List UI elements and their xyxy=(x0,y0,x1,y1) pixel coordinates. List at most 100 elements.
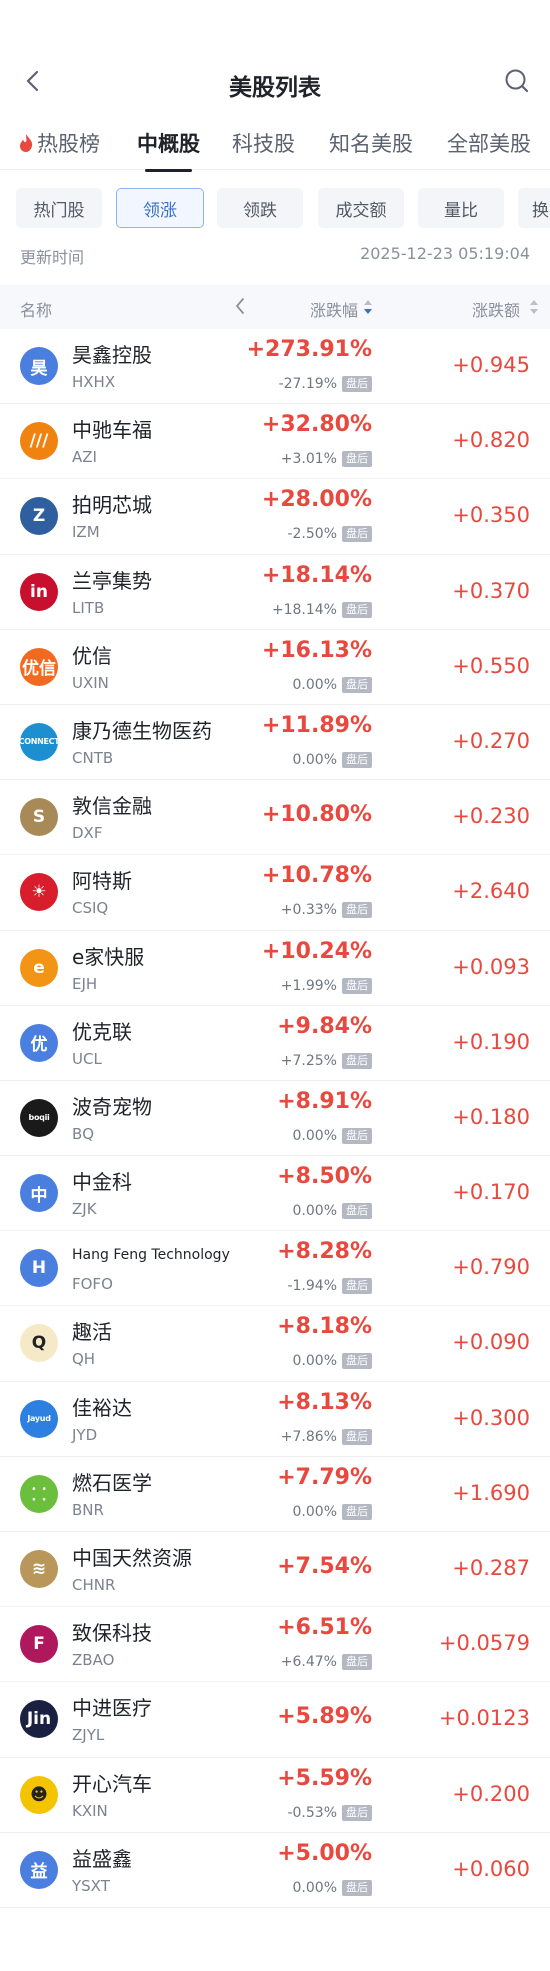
after-hours-percent: 0.00% xyxy=(292,1127,337,1144)
change-percent: +11.89% xyxy=(261,712,372,738)
stock-name: 康乃德生物医药 xyxy=(72,718,212,743)
stock-name: 燃石医学 xyxy=(72,1470,152,1495)
stock-ticker: IZM xyxy=(72,523,100,542)
sort-icon[interactable] xyxy=(528,298,540,316)
header-change-amt[interactable]: 涨跌额 xyxy=(472,297,520,321)
change-amount: +0.370 xyxy=(452,578,530,603)
tab-famous-stocks[interactable]: 知名美股 xyxy=(329,128,413,158)
stock-row[interactable]: Jin 中进医疗 ZJYL +5.89% +0.0123 xyxy=(0,1682,550,1758)
filter-turnover[interactable]: 成交额 xyxy=(318,188,404,228)
stock-ticker: UXIN xyxy=(72,673,109,692)
search-icon[interactable] xyxy=(502,66,532,96)
stock-logo-icon: ☀ xyxy=(20,873,58,912)
after-hours: 0.00% 盘后 xyxy=(293,751,372,769)
change-amount: +0.300 xyxy=(452,1405,530,1430)
after-hours: +7.86% 盘后 xyxy=(281,1428,372,1446)
stock-logo-icon: ≋ xyxy=(20,1550,58,1588)
stock-row[interactable]: 优优克联 UCL +9.84% +7.25% 盘后 +0.190 xyxy=(0,1006,550,1081)
tab-hot-stocks[interactable]: 热股榜 xyxy=(18,128,100,158)
change-amount: +0.820 xyxy=(452,428,530,453)
after-hours: 0.00% 盘后 xyxy=(293,1352,372,1370)
stock-row[interactable]: ≋ 中国天然资源 CHNR +7.54% +0.287 xyxy=(0,1532,550,1608)
flame-icon xyxy=(20,134,33,152)
change-percent: +10.24% xyxy=(261,938,372,964)
stock-row[interactable]: 优信 优信 UXIN +16.13% 0.00% 盘后 +0.550 xyxy=(0,630,550,705)
change-amount: +0.170 xyxy=(452,1180,530,1205)
stock-row[interactable]: ⸬ 燃石医学 BNR +7.79% 0.00% 盘后 +1.690 xyxy=(0,1457,550,1532)
chevron-left-icon[interactable] xyxy=(232,295,248,317)
stock-name: 波奇宠物 xyxy=(72,1094,152,1119)
filter-gainers[interactable]: 领涨 xyxy=(116,188,204,228)
after-hours-badge: 盘后 xyxy=(342,676,372,693)
after-hours-percent: -27.19% xyxy=(278,376,337,392)
after-hours: +3.01% 盘后 xyxy=(281,450,372,468)
change-amount: +0.790 xyxy=(452,1255,530,1280)
change-amount: +0.945 xyxy=(452,353,530,377)
stock-logo-icon: boqii xyxy=(20,1098,58,1137)
stock-name: 中国天然资源 xyxy=(72,1546,192,1570)
stock-row[interactable]: boqii 波奇宠物 BQ +8.91% 0.00% 盘后 +0.180 xyxy=(0,1081,550,1157)
stock-row[interactable]: Q 趣活 QH +8.18% 0.00% 盘后 +0.090 xyxy=(0,1306,550,1382)
after-hours-percent: -1.94% xyxy=(287,1278,337,1295)
change-percent: +9.84% xyxy=(277,1013,372,1039)
after-hours-badge: 盘后 xyxy=(342,751,372,768)
stock-row[interactable]: /// 中驰车福 AZI +32.80% +3.01% 盘后 +0.820 xyxy=(0,404,550,480)
stock-ticker: CNTB xyxy=(72,748,114,767)
change-percent: +10.80% xyxy=(261,802,372,828)
stock-ticker: JYD xyxy=(72,1425,98,1444)
filter-hot[interactable]: 热门股 xyxy=(16,188,102,228)
after-hours-percent: 0.00% xyxy=(292,1503,337,1520)
after-hours-badge: 盘后 xyxy=(342,1353,372,1370)
stock-row[interactable]: ☀ 阿特斯 CSIQ +10.78% +0.33% 盘后 +2.640 xyxy=(0,855,550,931)
after-hours-percent: +7.86% xyxy=(280,1428,337,1445)
after-hours-badge: 盘后 xyxy=(342,601,372,618)
stock-logo-icon: Z xyxy=(20,497,58,536)
stock-logo-icon: /// xyxy=(20,422,58,461)
header-change-pct[interactable]: 涨跌幅 xyxy=(310,297,358,321)
tab-china-concept[interactable]: 中概股 xyxy=(137,128,200,172)
after-hours-percent: 0.00% xyxy=(292,1353,337,1370)
filter-losers[interactable]: 领跌 xyxy=(217,188,303,228)
stock-row[interactable]: in 兰亭集势 LITB +18.14% +18.14% 盘后 +0.370 xyxy=(0,555,550,630)
stock-logo-icon: 昊 xyxy=(20,347,58,385)
stock-name: 中驰车福 xyxy=(72,418,152,443)
stock-row[interactable]: CONNECT 康乃德生物医药 CNTB +11.89% 0.00% 盘后 +0.270 xyxy=(0,705,550,781)
stock-ticker: BQ xyxy=(72,1124,95,1143)
stock-ticker: BNR xyxy=(72,1500,104,1519)
change-percent: +5.00% xyxy=(277,1840,372,1866)
stock-logo-icon: S xyxy=(20,798,58,837)
tab-tech-stocks[interactable]: 科技股 xyxy=(232,128,295,158)
stock-logo-icon: Jin xyxy=(20,1700,58,1739)
stock-name: 阿特斯 xyxy=(72,869,132,894)
after-hours-badge: 盘后 xyxy=(342,1278,372,1295)
stock-logo-icon: Q xyxy=(20,1324,58,1363)
after-hours: -1.94% 盘后 xyxy=(287,1277,372,1295)
stock-name: 中进医疗 xyxy=(72,1696,152,1721)
filter-turnover-rate[interactable]: 换 xyxy=(518,188,550,228)
stock-row[interactable]: Jayud 佳裕达 JYD +8.13% +7.86% 盘后 +0.300 xyxy=(0,1382,550,1457)
stock-row[interactable]: ☻ 开心汽车 KXIN +5.59% -0.53% 盘后 +0.200 xyxy=(0,1758,550,1833)
tab-all-stocks[interactable]: 全部美股 xyxy=(447,128,531,158)
stock-row[interactable]: Z 拍明芯城 IZM +28.00% -2.50% 盘后 +0.350 xyxy=(0,479,550,555)
sort-descending-icon[interactable] xyxy=(362,298,374,316)
stock-row[interactable]: F 致保科技 ZBAO +6.51% +6.47% 盘后 +0.0579 xyxy=(0,1607,550,1683)
stock-ticker: KXIN xyxy=(72,1801,108,1820)
stock-row[interactable]: 昊昊鑫控股 HXHX +273.91% -27.19% 盘后 +0.945 xyxy=(0,329,550,405)
stock-row[interactable]: 中中金科 ZJK +8.50% 0.00% 盘后 +0.170 xyxy=(0,1156,550,1232)
after-hours-percent: 0.00% xyxy=(292,751,337,768)
filter-volume-ratio[interactable]: 量比 xyxy=(418,188,504,228)
after-hours-percent: +1.99% xyxy=(280,977,337,994)
change-amount: +0.060 xyxy=(452,1856,530,1881)
stock-row[interactable]: e e家快服 EJH +10.24% +1.99% 盘后 +0.093 xyxy=(0,931,550,1006)
after-hours: -0.53% 盘后 xyxy=(287,1804,372,1822)
after-hours: 0.00% 盘后 xyxy=(293,1503,372,1521)
after-hours-badge: 盘后 xyxy=(342,902,372,919)
after-hours-badge: 盘后 xyxy=(342,1052,372,1069)
stock-row[interactable]: 益益盛鑫 YSXT +5.00% 0.00% 盘后 +0.060 xyxy=(0,1833,550,1908)
stock-row[interactable]: H Hang Feng Technology FOFO +8.28% -1.94% 盘后 +… xyxy=(0,1231,550,1307)
after-hours: 0.00% 盘后 xyxy=(293,1127,372,1145)
after-hours-percent: -0.53% xyxy=(287,1804,337,1821)
stock-ticker: AZI xyxy=(72,448,97,467)
after-hours: +7.25% 盘后 xyxy=(281,1052,372,1070)
stock-row[interactable]: S 敦信金融 DXF +10.80% +0.230 xyxy=(0,780,550,856)
